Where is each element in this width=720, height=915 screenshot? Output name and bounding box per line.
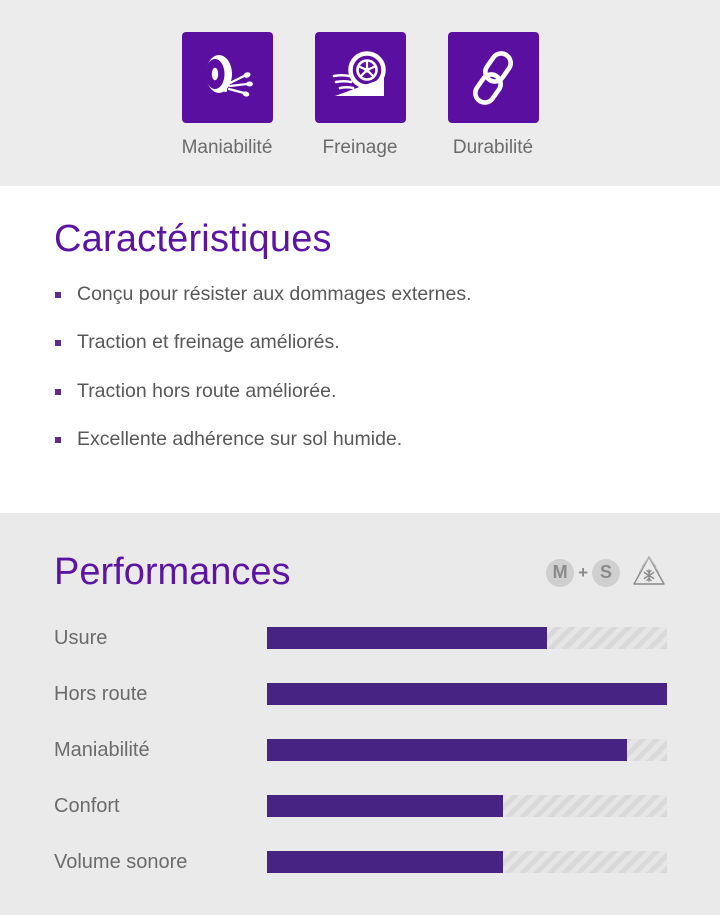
feature-maniabilite[interactable]: Maniabilité — [180, 32, 275, 159]
bullet-square-icon — [55, 437, 61, 444]
bar-fill — [267, 851, 503, 873]
bar-fill — [267, 683, 667, 705]
feature-freinage[interactable]: Freinage — [313, 32, 408, 159]
bullet-square-icon — [55, 292, 61, 298]
bar-fill — [267, 739, 627, 761]
feature-label-freinage: Freinage — [322, 137, 398, 158]
bullet-square-icon — [55, 340, 61, 347]
characteristics-heading: Caractéristiques — [54, 218, 332, 260]
list-item: Excellente adhérence sur sol humide. — [54, 428, 720, 451]
bar-row-maniabilite: Maniabilité — [54, 722, 720, 778]
bar-label: Maniabilité — [54, 738, 150, 761]
performances-section: Performances M + S Usure Hors route Mani… — [0, 513, 720, 915]
bar-track — [267, 851, 667, 873]
bar-fill — [267, 627, 547, 649]
mud-and-snow-badge: M + S — [546, 558, 620, 587]
bar-track — [267, 627, 667, 649]
bar-track — [267, 683, 667, 705]
feature-tile-freinage[interactable] — [314, 32, 406, 123]
bar-row-confort: Confort — [54, 778, 720, 834]
bar-track — [267, 795, 667, 817]
bar-label: Volume sonore — [54, 850, 188, 873]
list-item-text: Excellente adhérence sur sol humide. — [77, 428, 403, 451]
bar-label: Usure — [54, 626, 108, 649]
m-badge-letter: M — [546, 558, 575, 587]
bar-track — [267, 739, 667, 761]
performance-badges: M + S — [546, 555, 666, 591]
list-item: Conçu pour résister aux dommages externe… — [54, 283, 720, 306]
list-item-text: Conçu pour résister aux dommages externe… — [77, 283, 472, 305]
feature-label-durabilite: Durabilité — [452, 137, 534, 158]
bar-label: Hors route — [54, 682, 148, 705]
chain-link-icon — [464, 49, 522, 107]
list-item: Traction et freinage améliorés. — [54, 331, 720, 354]
3pmsf-snowflake-icon — [632, 555, 666, 591]
feature-tile-durabilite[interactable] — [447, 32, 539, 123]
bar-row-volume-sonore: Volume sonore — [54, 834, 720, 890]
s-badge-letter: S — [592, 558, 620, 587]
tire-spec-page: Maniabilité Freinage Durabilité Caractér… — [0, 0, 720, 915]
bar-label: Confort — [54, 794, 120, 817]
bullet-square-icon — [55, 388, 61, 395]
list-item: Traction hors route améliorée. — [54, 380, 720, 403]
performance-bars: Usure Hors route Maniabilité Confort Vol… — [54, 610, 720, 890]
tire-splash-icon — [197, 48, 257, 108]
feature-tile-maniabilite[interactable] — [181, 32, 273, 123]
feature-icons-band: Maniabilité Freinage Durabilité — [0, 0, 720, 186]
performances-header: Performances M + S — [54, 513, 720, 594]
bar-row-usure: Usure — [54, 610, 720, 666]
bar-fill — [267, 795, 503, 817]
feature-durabilite[interactable]: Durabilité — [446, 32, 541, 159]
list-item-text: Traction hors route améliorée. — [77, 379, 337, 402]
characteristics-section: Caractéristiques Conçu pour résister aux… — [0, 186, 720, 513]
plus-sign: + — [578, 562, 588, 582]
performances-heading: Performances — [54, 551, 291, 593]
characteristics-list: Conçu pour résister aux dommages externe… — [54, 261, 720, 452]
wheel-braking-slope-icon — [329, 49, 391, 107]
list-item-text: Traction et freinage améliorés. — [77, 331, 340, 354]
feature-label-maniabilite: Maniabilité — [181, 137, 273, 158]
bar-row-hors-route: Hors route — [54, 666, 720, 722]
